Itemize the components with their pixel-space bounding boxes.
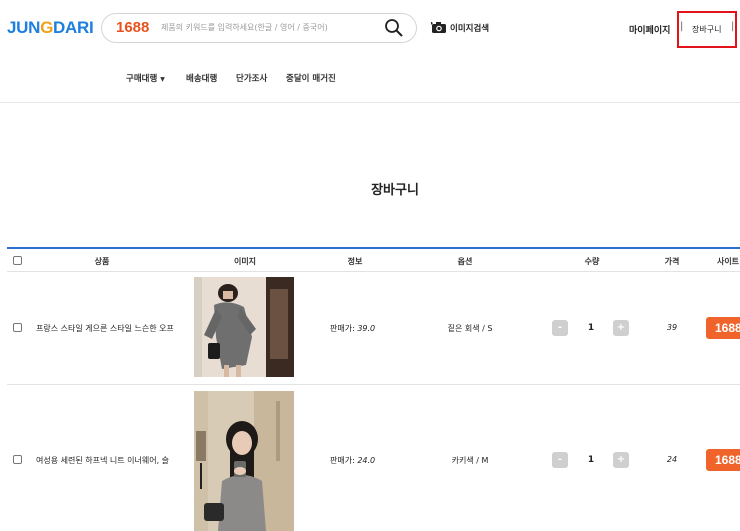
site-button-1688[interactable]: 1688 bbox=[706, 449, 740, 471]
sale-price-label: 판매가: bbox=[330, 324, 358, 333]
page-title: 장바구니 bbox=[371, 183, 419, 198]
divider: | bbox=[731, 21, 735, 32]
qty-value[interactable]: 1 bbox=[585, 323, 597, 333]
qty-value[interactable]: 1 bbox=[585, 455, 597, 465]
column-image: 이미지 bbox=[233, 257, 257, 266]
price-value: 24 bbox=[666, 455, 678, 464]
site-button-1688[interactable]: 1688 bbox=[706, 317, 740, 339]
cart-link[interactable]: 장바구니 bbox=[692, 24, 721, 35]
nav-shipping[interactable]: 배송대행 bbox=[186, 72, 217, 84]
search-brand-1688[interactable]: 1688 bbox=[116, 19, 149, 36]
nav-magazine[interactable]: 중달이 매거진 bbox=[286, 72, 336, 84]
nav-purchase-label: 구매대행 bbox=[126, 74, 158, 84]
qty-decrease-button[interactable]: - bbox=[552, 320, 568, 336]
sale-price-value: 39.0 bbox=[357, 324, 376, 333]
qty-increase-button[interactable]: + bbox=[613, 452, 629, 468]
image-search-button[interactable]: 이미지검색 bbox=[431, 21, 489, 34]
row-checkbox[interactable] bbox=[13, 323, 22, 332]
mypage-link[interactable]: 마이페이지 bbox=[629, 23, 670, 36]
logo-text-g: G bbox=[40, 18, 54, 37]
product-image[interactable] bbox=[194, 391, 294, 531]
logo[interactable]: JUNGDARI bbox=[7, 18, 94, 38]
column-option: 옵션 bbox=[457, 257, 473, 266]
column-site: 사이트 bbox=[716, 257, 740, 266]
nav-price-check[interactable]: 단가조사 bbox=[236, 72, 267, 84]
product-image[interactable] bbox=[194, 277, 294, 377]
camera-icon bbox=[431, 22, 446, 33]
column-price: 가격 bbox=[664, 257, 680, 266]
product-name[interactable]: 여성용 세련된 하프넥 니트 이너웨어, 슬 bbox=[36, 455, 173, 466]
option-value: 짙은 회색 / S bbox=[447, 324, 493, 333]
caret-down-icon: ▼ bbox=[160, 76, 165, 83]
sale-price-info: 판매가: 39.0 bbox=[330, 323, 375, 334]
table-header-line bbox=[7, 247, 740, 249]
option-value: 카키색 / M bbox=[451, 456, 489, 465]
price-value: 39 bbox=[666, 323, 678, 332]
qty-increase-button[interactable]: + bbox=[613, 320, 629, 336]
product-name[interactable]: 프랑스 스타일 게으른 스타일 느슨한 오프 bbox=[36, 323, 173, 334]
column-product: 상품 bbox=[94, 257, 110, 266]
logo-text-dari: DARI bbox=[53, 18, 94, 37]
sale-price-info: 판매가: 24.0 bbox=[330, 455, 375, 466]
column-quantity: 수량 bbox=[584, 257, 600, 266]
search-input[interactable]: 제품의 키워드를 입력하세요(한글 / 영어 / 중국어) bbox=[161, 22, 328, 33]
table-divider bbox=[7, 384, 740, 385]
search-icon[interactable] bbox=[384, 18, 404, 38]
search-bar[interactable]: 1688 제품의 키워드를 입력하세요(한글 / 영어 / 중국어) bbox=[101, 13, 417, 43]
qty-decrease-button[interactable]: - bbox=[552, 452, 568, 468]
sale-price-label: 판매가: bbox=[330, 456, 358, 465]
nav-purchase[interactable]: 구매대행 ▼ bbox=[126, 72, 165, 84]
image-search-label: 이미지검색 bbox=[450, 23, 490, 34]
column-info: 정보 bbox=[347, 257, 363, 266]
row-checkbox[interactable] bbox=[13, 455, 22, 464]
logo-text-jun: JUN bbox=[7, 18, 41, 37]
sale-price-value: 24.0 bbox=[357, 456, 376, 465]
table-divider bbox=[7, 271, 740, 272]
select-all-checkbox[interactable] bbox=[13, 256, 22, 265]
header-divider bbox=[0, 102, 740, 103]
